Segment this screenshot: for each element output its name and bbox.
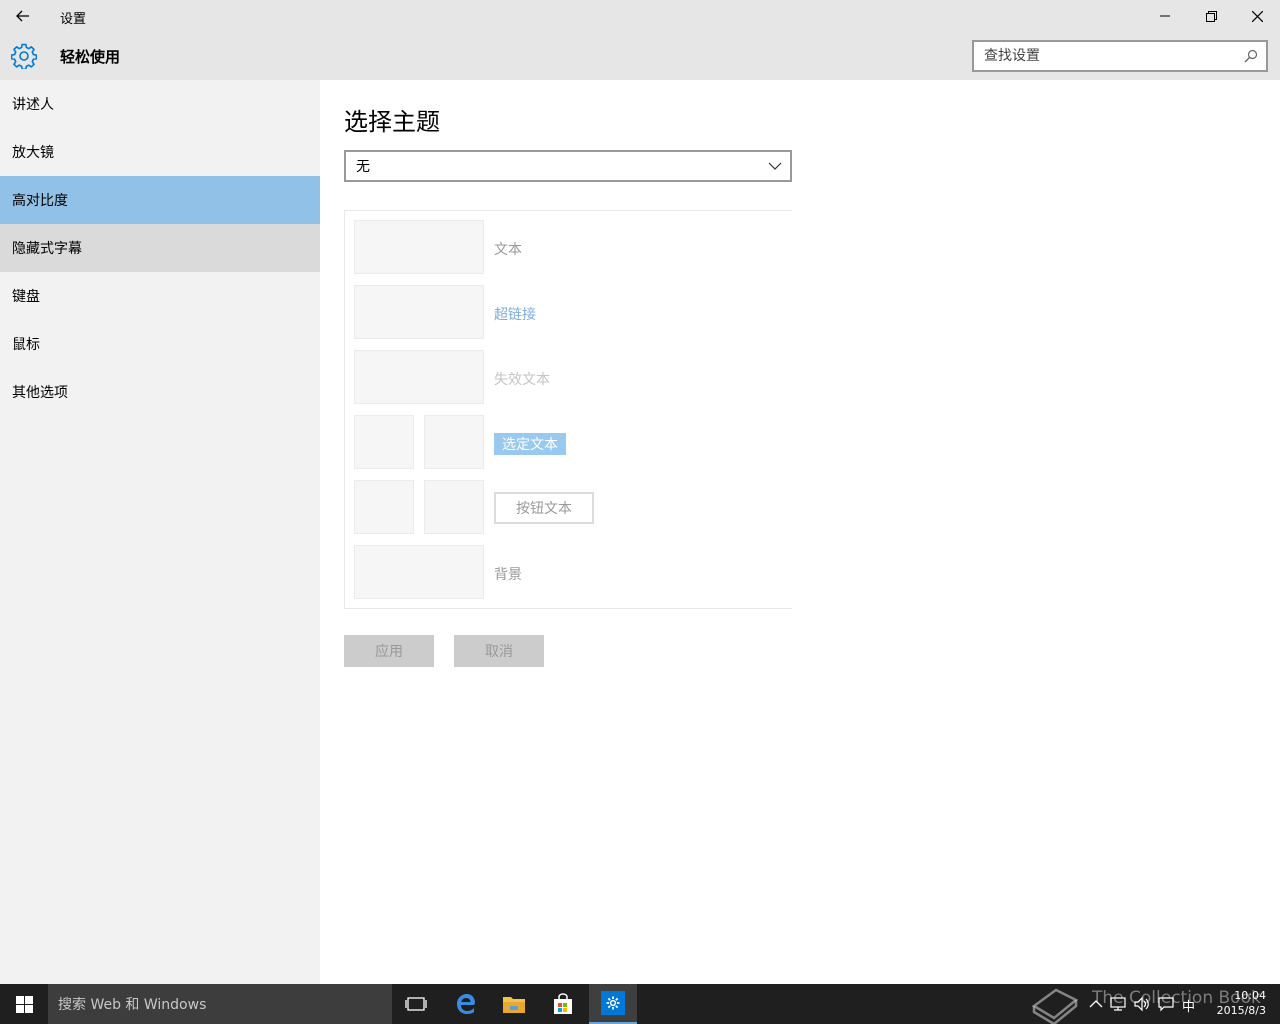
show-hidden-icons-icon[interactable] <box>1088 996 1104 1012</box>
page-title: 选择主题 <box>344 108 440 136</box>
text-color-swatch[interactable] <box>354 220 484 274</box>
taskbar-search[interactable]: 搜索 Web 和 Windows <box>48 984 392 1024</box>
store-button[interactable] <box>539 984 587 1024</box>
restore-button[interactable] <box>1188 0 1234 32</box>
gear-icon <box>11 43 37 69</box>
search-box[interactable] <box>972 40 1268 72</box>
preview-button-text: 按钮文本 <box>494 492 594 524</box>
minimize-button[interactable] <box>1142 0 1188 32</box>
ime-indicator[interactable]: 中 <box>1182 996 1195 1015</box>
sidebar-item-other-options[interactable]: 其他选项 <box>0 368 320 416</box>
window-title: 设置 <box>60 12 87 27</box>
system-clock[interactable]: 10:04 2015/8/3 <box>1206 988 1266 1018</box>
windows-logo-icon <box>15 995 33 1013</box>
title-bar: 设置 <box>0 0 1280 32</box>
close-icon <box>1251 10 1263 22</box>
selected-text-bg-swatch[interactable] <box>424 415 484 469</box>
button-text-fg-swatch[interactable] <box>354 480 414 534</box>
task-view-icon <box>405 997 427 1011</box>
back-arrow-icon <box>16 10 29 22</box>
sidebar-item-magnifier[interactable]: 放大镜 <box>0 128 320 176</box>
sidebar-item-label: 讲述人 <box>12 97 54 113</box>
cancel-button[interactable]: 取消 <box>454 635 544 667</box>
apply-button[interactable]: 应用 <box>344 635 434 667</box>
sidebar-item-label: 放大镜 <box>12 145 54 161</box>
start-button[interactable] <box>0 984 48 1024</box>
button-text-bg-swatch[interactable] <box>424 480 484 534</box>
folder-icon <box>503 997 525 1013</box>
preview-background-label: 背景 <box>494 567 522 583</box>
volume-icon[interactable] <box>1134 996 1150 1012</box>
sidebar-item-label: 隐藏式字幕 <box>12 241 82 257</box>
search-icon[interactable] <box>1244 49 1258 63</box>
theme-dropdown[interactable]: 无 <box>344 150 792 182</box>
sidebar-item-mouse[interactable]: 鼠标 <box>0 320 320 368</box>
file-explorer-button[interactable] <box>490 984 538 1024</box>
preview-text-label: 文本 <box>494 242 522 258</box>
sidebar-item-closed-captions[interactable]: 隐藏式字幕 <box>0 224 320 272</box>
clock-date: 2015/8/3 <box>1216 1004 1266 1017</box>
sidebar-item-keyboard[interactable]: 键盘 <box>0 272 320 320</box>
edge-button[interactable] <box>442 984 490 1024</box>
edge-browser-icon <box>457 994 475 1014</box>
theme-preview: 文本 超链接 失效文本 选定文本 按钮文本 背景 <box>344 210 792 609</box>
selected-text-fg-swatch[interactable] <box>354 415 414 469</box>
preview-disabled-text-label: 失效文本 <box>494 372 550 388</box>
background-color-swatch[interactable] <box>354 545 484 599</box>
close-button[interactable] <box>1234 0 1280 32</box>
sidebar-item-label: 键盘 <box>12 289 40 305</box>
sidebar: 讲述人 放大镜 高对比度 隐藏式字幕 键盘 鼠标 其他选项 <box>0 80 320 984</box>
sidebar-item-label: 其他选项 <box>12 385 68 401</box>
preview-button-text-label: 按钮文本 <box>516 501 572 517</box>
store-bag-icon <box>554 993 572 1014</box>
preview-selected-text-label: 选定文本 <box>494 433 566 455</box>
theme-dropdown-value: 无 <box>356 159 370 175</box>
hyperlink-color-swatch[interactable] <box>354 285 484 339</box>
settings-app-icon <box>601 991 625 1015</box>
minimize-icon <box>1160 15 1170 17</box>
main-content: 选择主题 无 文本 超链接 失效文本 选定文本 按钮文本 背景 应用 取消 <box>320 80 1280 984</box>
restore-icon <box>1205 10 1217 22</box>
network-icon[interactable] <box>1110 996 1126 1012</box>
section-title: 轻松使用 <box>60 48 121 66</box>
sidebar-item-label: 高对比度 <box>12 193 68 209</box>
task-view-button[interactable] <box>392 984 440 1024</box>
settings-header: 轻松使用 <box>0 32 1280 80</box>
taskbar-search-placeholder: 搜索 Web 和 Windows <box>58 997 207 1013</box>
chevron-down-icon <box>768 162 782 170</box>
disabled-text-color-swatch[interactable] <box>354 350 484 404</box>
taskbar: 搜索 Web 和 Windows The Collection Book 中 1… <box>0 984 1280 1024</box>
settings-taskbar-button[interactable] <box>589 984 637 1024</box>
clock-time: 10:04 <box>1234 989 1266 1002</box>
sidebar-item-high-contrast[interactable]: 高对比度 <box>0 176 320 224</box>
search-input[interactable] <box>974 42 1266 70</box>
sidebar-item-narrator[interactable]: 讲述人 <box>0 80 320 128</box>
watermark-book-logo <box>1031 988 1079 1024</box>
action-center-icon[interactable] <box>1158 996 1174 1012</box>
sidebar-item-label: 鼠标 <box>12 337 40 353</box>
back-button[interactable] <box>0 0 46 32</box>
preview-hyperlink-label: 超链接 <box>494 307 536 323</box>
